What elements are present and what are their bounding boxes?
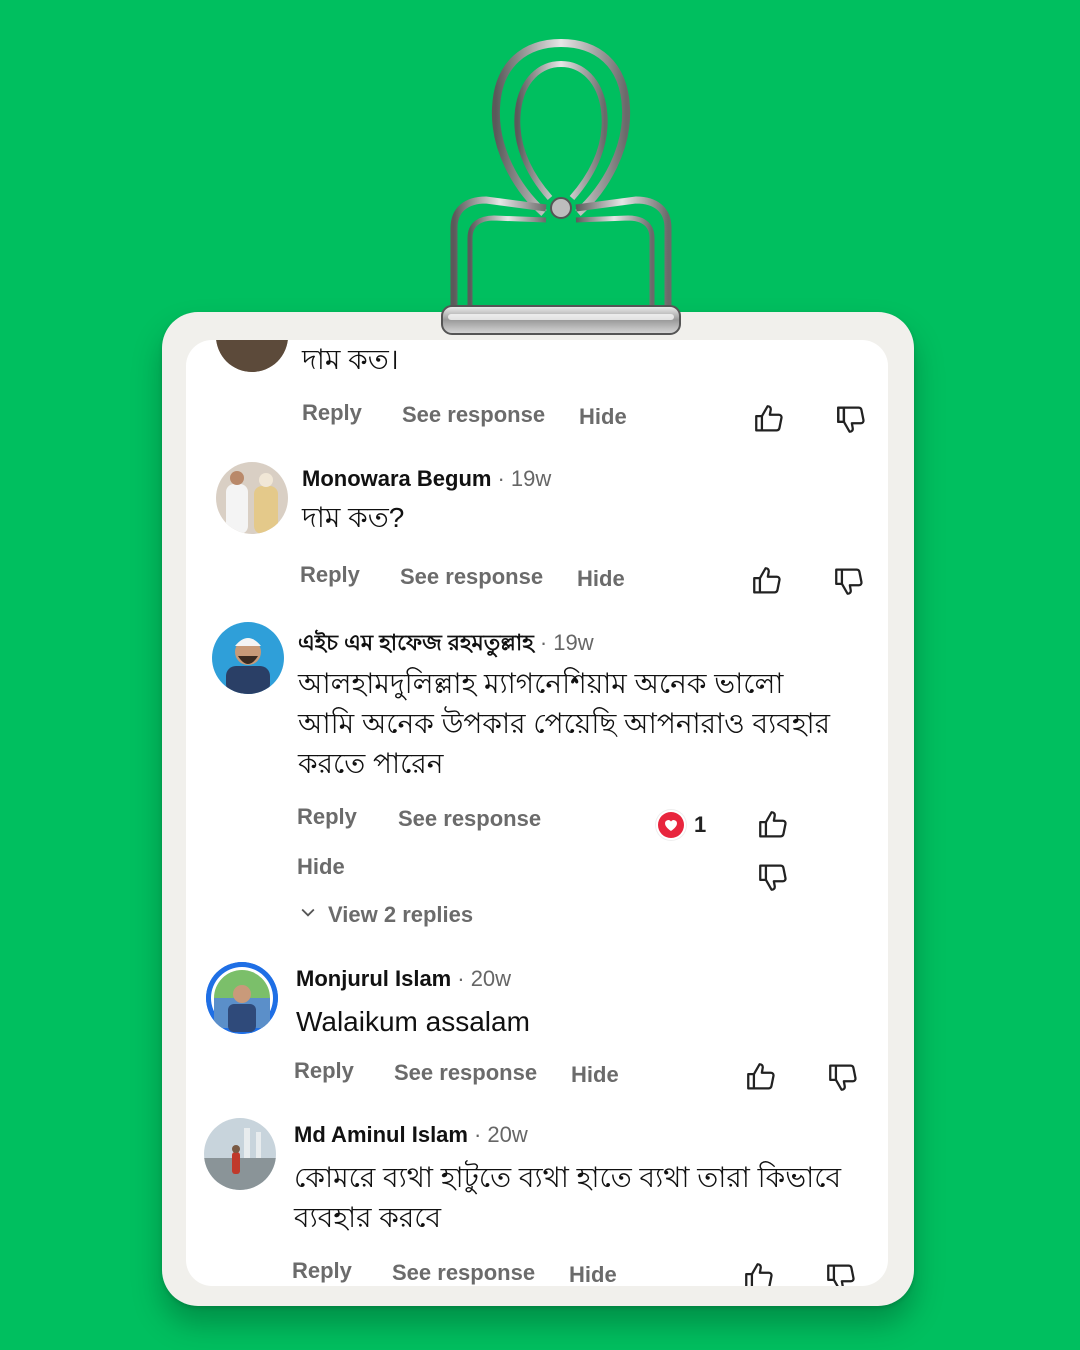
hide-button[interactable]: Hide xyxy=(297,854,345,880)
hide-button[interactable]: Hide xyxy=(569,1262,617,1286)
thumbs-up-icon[interactable] xyxy=(742,1260,776,1286)
reaction-summary[interactable]: 1 xyxy=(656,810,706,840)
see-response-button[interactable]: See response xyxy=(400,564,543,590)
timestamp: · 19w xyxy=(497,466,552,491)
see-response-button[interactable]: See response xyxy=(394,1060,537,1086)
reply-button[interactable]: Reply xyxy=(302,400,362,426)
reply-button[interactable]: Reply xyxy=(292,1258,352,1284)
thumbs-down-icon[interactable] xyxy=(832,564,866,598)
comment-text: কোমরে ব্যথা হাটুতে ব্যথা হাতে ব্যথা তারা… xyxy=(294,1158,841,1238)
comment-text-line: আলহামদুলিল্লাহ ম্যাগনেশিয়াম অনেক ভালো xyxy=(298,668,784,699)
avatar xyxy=(204,1118,276,1190)
comment-text-line: কোমরে ব্যথা হাটুতে ব্যথা হাতে ব্যথা তারা… xyxy=(294,1162,842,1193)
see-response-button[interactable]: See response xyxy=(392,1260,535,1286)
comment-text: দাম কত? xyxy=(302,502,405,533)
hide-button[interactable]: Hide xyxy=(571,1062,619,1088)
reaction-count: 1 xyxy=(694,812,707,837)
author-name[interactable]: Md Aminul Islam xyxy=(294,1122,468,1147)
author-name[interactable]: এইচ এম হাফেজ রহমতুল্লাহ xyxy=(298,630,534,655)
thumbs-up-icon[interactable] xyxy=(752,402,786,436)
thumbs-up-icon[interactable] xyxy=(756,808,790,842)
reply-button[interactable]: Reply xyxy=(294,1058,354,1084)
reply-button[interactable]: Reply xyxy=(300,562,360,588)
thumbs-down-icon[interactable] xyxy=(826,1060,860,1094)
view-replies-button[interactable]: View 2 replies xyxy=(298,902,473,928)
comments-panel: দাম কত। Reply See response Hide Monowara… xyxy=(186,340,888,1286)
reply-button[interactable]: Reply xyxy=(297,804,357,830)
timestamp: · 19w xyxy=(539,630,594,655)
thumbs-down-icon[interactable] xyxy=(834,402,868,436)
comment-text: আলহামদুলিল্লাহ ম্যাগনেশিয়াম অনেক ভালো আ… xyxy=(298,664,830,784)
binder-clip-icon xyxy=(436,38,686,338)
heart-icon xyxy=(656,810,686,840)
view-replies-label: View 2 replies xyxy=(328,902,474,927)
avatar xyxy=(206,962,278,1034)
avatar xyxy=(216,340,288,372)
thumbs-down-icon[interactable] xyxy=(824,1260,858,1286)
comment-text: Walaikum assalam xyxy=(296,1006,530,1037)
author-name[interactable]: Monowara Begum xyxy=(302,466,491,491)
thumbs-up-icon[interactable] xyxy=(744,1060,778,1094)
comment-text: দাম কত। xyxy=(302,344,399,375)
timestamp: · 20w xyxy=(457,966,512,991)
avatar xyxy=(216,462,288,534)
see-response-button[interactable]: See response xyxy=(402,402,545,428)
timestamp: · 20w xyxy=(473,1122,528,1147)
thumbs-down-icon[interactable] xyxy=(756,860,790,894)
chevron-down-icon xyxy=(298,902,318,928)
hide-button[interactable]: Hide xyxy=(579,404,627,430)
see-response-button[interactable]: See response xyxy=(398,806,541,832)
thumbs-up-icon[interactable] xyxy=(750,564,784,598)
hide-button[interactable]: Hide xyxy=(577,566,625,592)
comment-text-line: আমি অনেক উপকার পেয়েছি আপনারাও ব্যবহার xyxy=(298,708,831,739)
author-name[interactable]: Monjurul Islam xyxy=(296,966,451,991)
avatar xyxy=(212,622,284,694)
comment-text-line: করতে পারেন xyxy=(298,748,444,779)
comment-text-line: ব্যবহার করবে xyxy=(294,1202,442,1233)
